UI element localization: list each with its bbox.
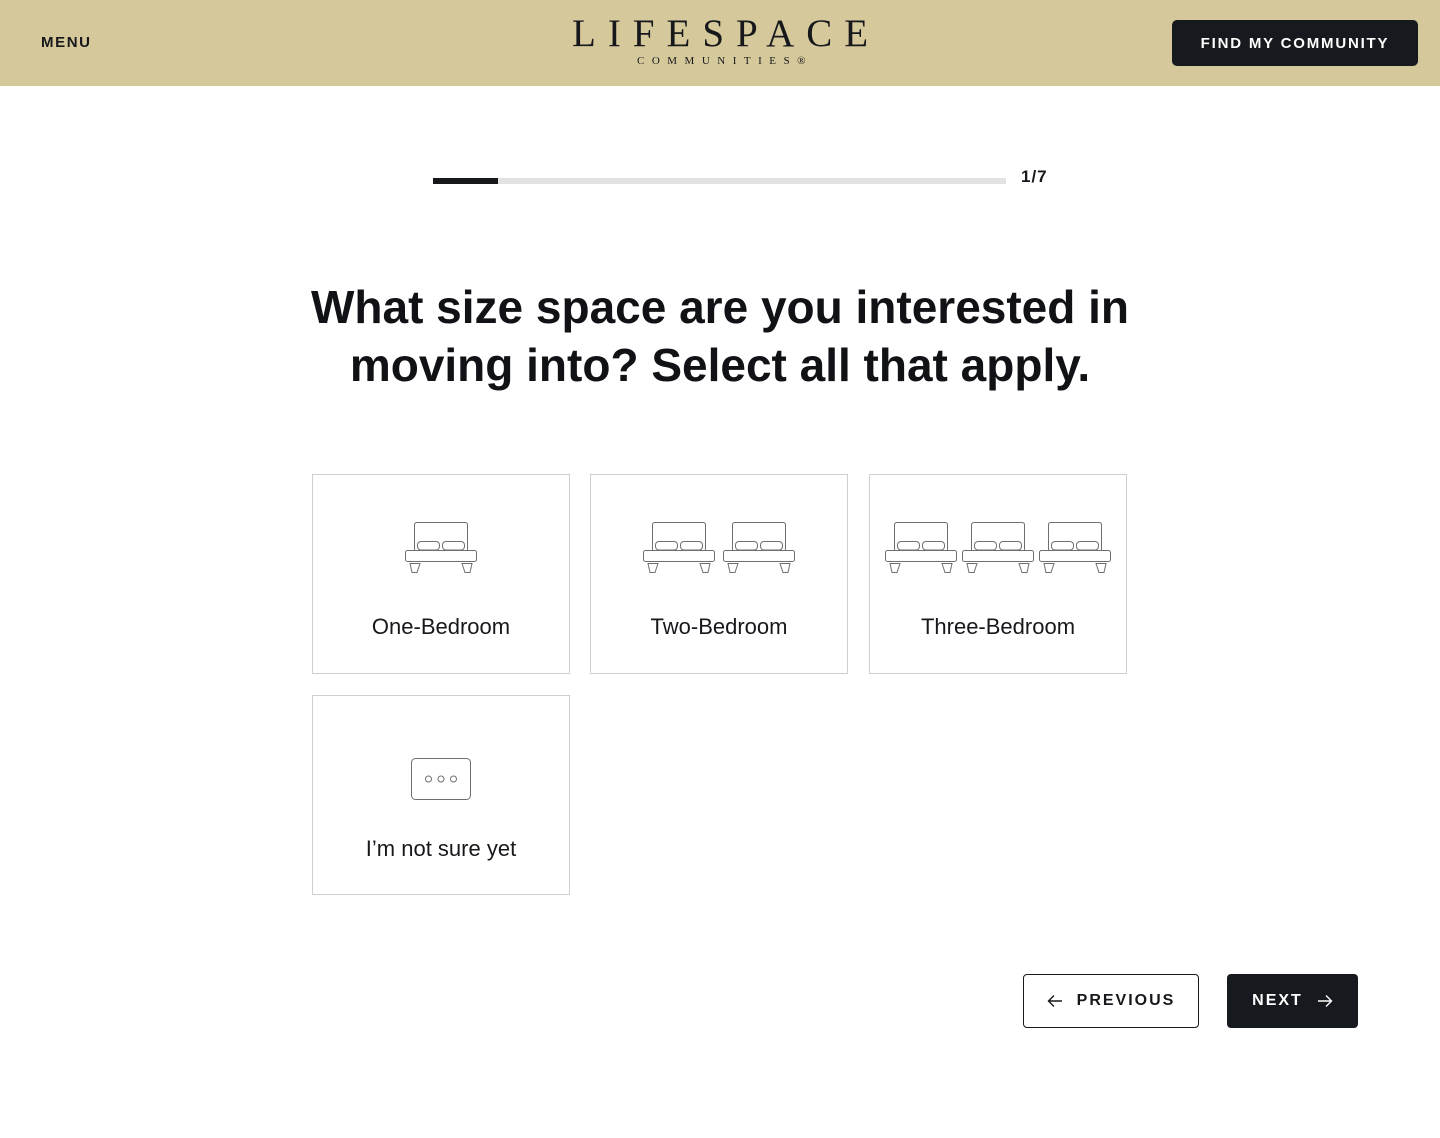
ellipsis-box-icon: [411, 758, 471, 800]
bed-icon: [405, 522, 477, 573]
option-label: Three-Bedroom: [920, 614, 1076, 639]
progress-bar: [433, 178, 1006, 184]
next-button-label: NEXT: [1252, 992, 1303, 1009]
logo-wordmark: LIFESPACE: [572, 12, 881, 55]
bed-icon: [885, 522, 957, 573]
bed-icon: [962, 522, 1034, 573]
option-one-bedroom[interactable]: One-Bedroom: [312, 474, 570, 674]
bed-icon-group: [870, 521, 1126, 575]
bed-icon: [643, 522, 715, 573]
bed-icon: [1039, 522, 1111, 573]
option-three-bedroom[interactable]: Three-Bedroom: [869, 474, 1127, 674]
bed-icon-group: [591, 521, 847, 575]
find-my-community-button[interactable]: FIND MY COMMUNITY: [1172, 20, 1418, 66]
option-label: I’m not sure yet: [365, 836, 517, 861]
lifespace-logo[interactable]: LIFESPACE COMMUNITIES®: [560, 14, 880, 68]
arrow-right-icon: [1317, 995, 1333, 1007]
menu-button[interactable]: MENU: [41, 34, 92, 51]
progress-bar-fill: [433, 178, 499, 184]
previous-button[interactable]: PREVIOUS: [1023, 974, 1199, 1028]
ellipsis-box-icon-group: [313, 757, 569, 801]
arrow-left-icon: [1047, 995, 1062, 1007]
bed-icon-group: [313, 521, 569, 575]
logo-subtitle: COMMUNITIES®: [637, 55, 813, 67]
option-not-sure-yet[interactable]: I’m not sure yet: [312, 695, 570, 895]
next-button[interactable]: NEXT: [1227, 974, 1358, 1028]
bed-icon: [723, 522, 795, 573]
progress-step-label: 1/7: [1021, 167, 1048, 186]
previous-button-label: PREVIOUS: [1076, 992, 1176, 1009]
option-label: One-Bedroom: [371, 614, 511, 639]
question-heading: What size space are you interested in mo…: [310, 281, 1130, 391]
option-label: Two-Bedroom: [650, 614, 788, 639]
site-header: MENU LIFESPACE COMMUNITIES® FIND MY COMM…: [0, 0, 1440, 86]
option-two-bedroom[interactable]: Two-Bedroom: [590, 474, 848, 674]
